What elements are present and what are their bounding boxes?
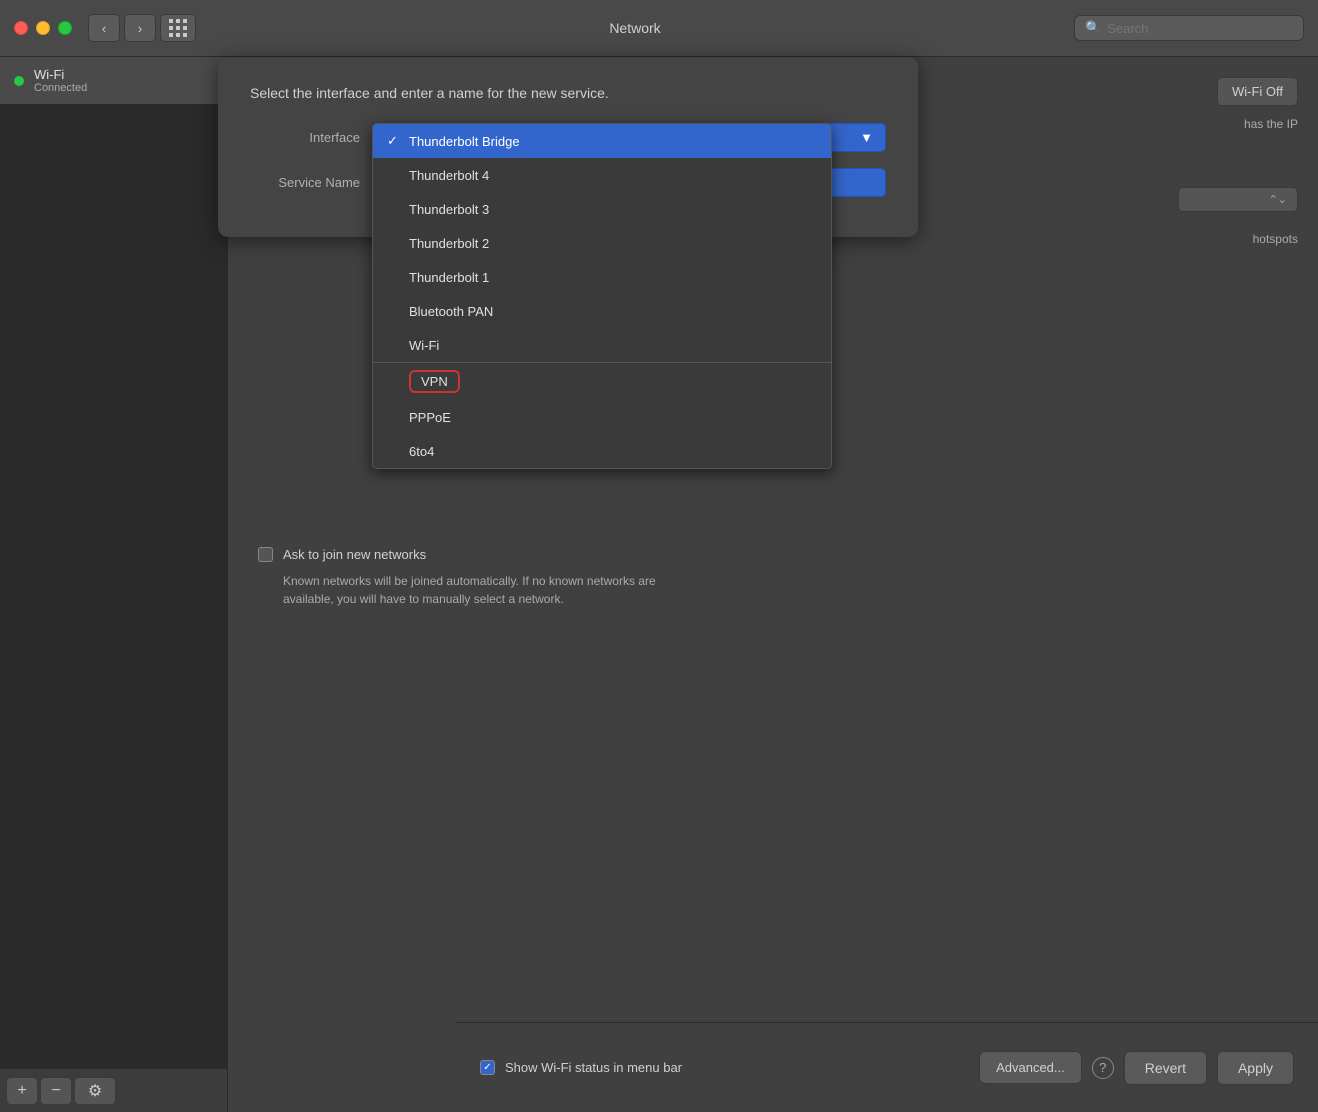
close-button[interactable] xyxy=(14,21,28,35)
sidebar-controls: + − ⚙ xyxy=(0,1068,227,1112)
dropdown-item-label: Bluetooth PAN xyxy=(409,304,493,319)
ask-join-label: Ask to join new networks xyxy=(283,547,426,562)
ask-join-checkbox[interactable] xyxy=(258,547,273,562)
gear-button[interactable]: ⚙ xyxy=(74,1077,116,1105)
ask-join-row: Ask to join new networks xyxy=(258,547,1298,562)
check-icon: ✓ xyxy=(387,133,401,149)
forward-button[interactable]: › xyxy=(124,14,156,42)
main-area: Wi-Fi Connected + − ⚙ Select the interfa… xyxy=(0,57,1318,1112)
content-area: Select the interface and enter a name fo… xyxy=(228,57,1318,1112)
sidebar-item-wifi[interactable]: Wi-Fi Connected xyxy=(0,57,227,104)
network-name: Wi-Fi xyxy=(34,67,87,82)
dropdown-item-6to4[interactable]: ✓ 6to4 xyxy=(373,434,831,468)
dropdown-item-bluetooth-pan[interactable]: ✓ Bluetooth PAN xyxy=(373,294,831,328)
grid-icon xyxy=(169,19,188,38)
dropdown-item-label: Wi-Fi xyxy=(409,338,439,353)
add-network-button[interactable]: + xyxy=(6,1077,38,1105)
back-button[interactable]: ‹ xyxy=(88,14,120,42)
dropdown-item-label: PPPoE xyxy=(409,410,451,425)
network-info: Wi-Fi Connected xyxy=(34,67,87,94)
new-service-dialog-overlay: Select the interface and enter a name fo… xyxy=(228,57,1318,237)
dropdown-item-thunderbolt3[interactable]: ✓ Thunderbolt 3 xyxy=(373,192,831,226)
advanced-button[interactable]: Advanced... xyxy=(979,1051,1082,1084)
interface-label: Interface xyxy=(250,130,360,145)
revert-button[interactable]: Revert xyxy=(1124,1051,1207,1085)
ask-join-section: Ask to join new networks Known networks … xyxy=(258,547,1298,608)
dropdown-item-label: Thunderbolt 4 xyxy=(409,168,489,183)
bottom-toolbar: ✓ Show Wi-Fi status in menu bar Advanced… xyxy=(456,1022,1318,1112)
help-button[interactable]: ? xyxy=(1092,1057,1114,1079)
interface-dropdown-container: Thunderbolt Bridge ▼ ✓ Thunderbolt Bridg… xyxy=(372,123,886,152)
interface-row: Interface Thunderbolt Bridge ▼ ✓ Thunder… xyxy=(250,123,886,152)
sidebar-empty xyxy=(0,104,227,1068)
dialog-title: Select the interface and enter a name fo… xyxy=(250,85,886,101)
show-wifi-row: ✓ Show Wi-Fi status in menu bar xyxy=(480,1060,682,1075)
status-dot-connected xyxy=(14,76,24,86)
dropdown-arrow-icon: ▼ xyxy=(860,130,873,145)
dropdown-item-label: Thunderbolt Bridge xyxy=(409,134,520,149)
dropdown-item-thunderbolt1[interactable]: ✓ Thunderbolt 1 xyxy=(373,260,831,294)
search-icon: 🔍 xyxy=(1085,20,1101,36)
dropdown-item-vpn[interactable]: ✓ VPN xyxy=(373,363,831,400)
dropdown-item-label: 6to4 xyxy=(409,444,434,459)
nav-buttons: ‹ › xyxy=(88,14,156,42)
remove-network-button[interactable]: − xyxy=(40,1077,72,1105)
bottom-right-buttons: Advanced... ? Revert Apply xyxy=(979,1051,1294,1085)
interface-dropdown-popup: ✓ Thunderbolt Bridge ✓ Thunderbolt 4 ✓ T… xyxy=(372,123,832,469)
grid-view-button[interactable] xyxy=(160,14,196,42)
dropdown-item-label: VPN xyxy=(409,370,460,393)
minimize-button[interactable] xyxy=(36,21,50,35)
sidebar: Wi-Fi Connected + − ⚙ xyxy=(0,57,228,1112)
new-service-dialog: Select the interface and enter a name fo… xyxy=(218,57,918,237)
show-wifi-checkbox[interactable]: ✓ xyxy=(480,1060,495,1075)
service-name-label: Service Name xyxy=(250,175,360,190)
dropdown-item-thunderbolt2[interactable]: ✓ Thunderbolt 2 xyxy=(373,226,831,260)
window-controls xyxy=(14,21,72,35)
dropdown-item-label: Thunderbolt 2 xyxy=(409,236,489,251)
dropdown-item-label: Thunderbolt 3 xyxy=(409,202,489,217)
search-input[interactable] xyxy=(1107,21,1293,36)
dropdown-item-thunderbolt-bridge[interactable]: ✓ Thunderbolt Bridge xyxy=(373,124,831,158)
maximize-button[interactable] xyxy=(58,21,72,35)
titlebar: ‹ › Network 🔍 xyxy=(0,0,1318,57)
show-wifi-label: Show Wi-Fi status in menu bar xyxy=(505,1060,682,1075)
dropdown-item-pppoe[interactable]: ✓ PPPoE xyxy=(373,400,831,434)
dropdown-item-thunderbolt4[interactable]: ✓ Thunderbolt 4 xyxy=(373,158,831,192)
apply-button[interactable]: Apply xyxy=(1217,1051,1294,1085)
search-box[interactable]: 🔍 xyxy=(1074,15,1304,41)
window-title: Network xyxy=(196,20,1074,36)
network-status: Connected xyxy=(34,82,87,94)
ask-join-description: Known networks will be joined automatica… xyxy=(283,572,663,608)
dropdown-item-label: Thunderbolt 1 xyxy=(409,270,489,285)
dropdown-item-wifi[interactable]: ✓ Wi-Fi xyxy=(373,328,831,362)
